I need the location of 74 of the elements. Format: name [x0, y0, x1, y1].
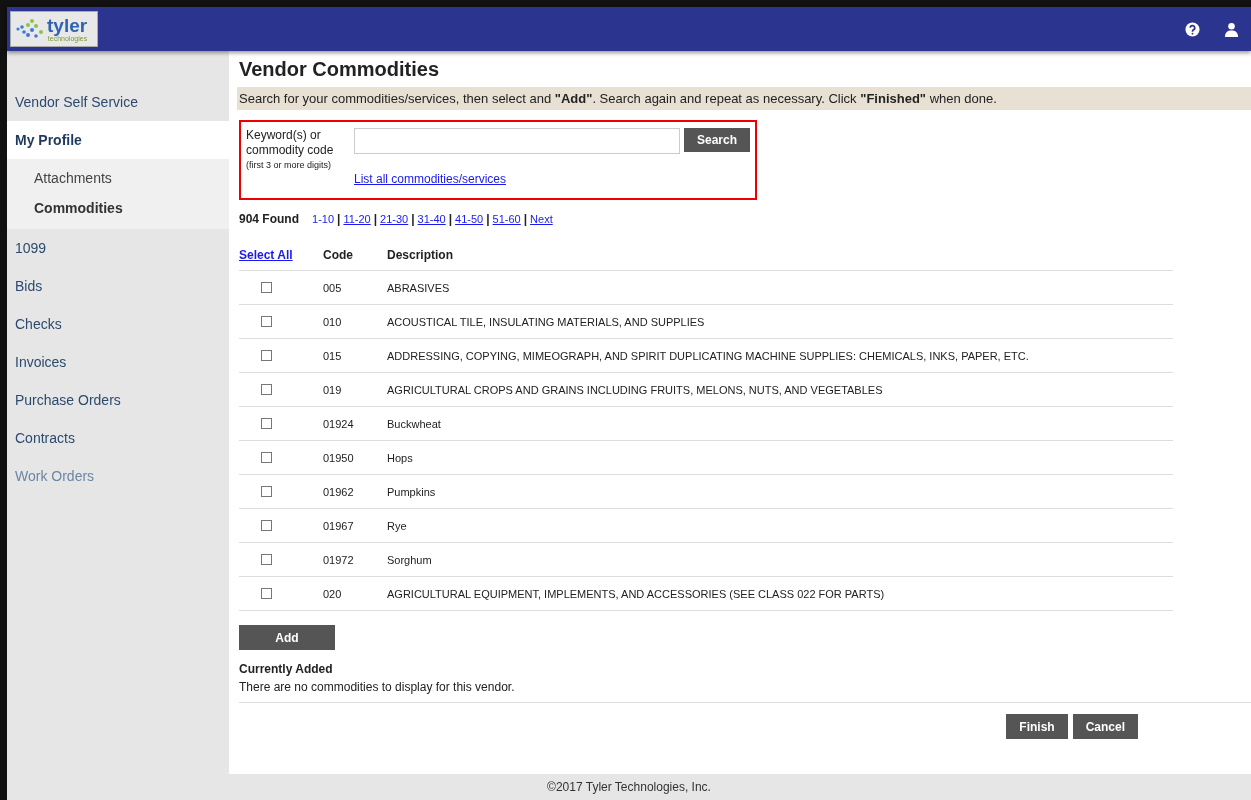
page-link[interactable]: 51-60	[492, 213, 521, 225]
description-cell: Sorghum	[387, 553, 432, 566]
copyright-text: ©2017 Tyler Technologies, Inc.	[547, 780, 711, 794]
sidebar-item[interactable]: 1099	[7, 229, 229, 267]
description-cell: ADDRESSING, COPYING, MIMEOGRAPH, AND SPIRIT DUPLICATING MACHINE SUPPLIES: CHEMICALS, INKS, PAPER, ETC.	[387, 349, 1029, 362]
page-link[interactable]: 21-30	[380, 213, 409, 225]
code-cell: 020	[323, 587, 342, 600]
checkbox[interactable]	[261, 554, 272, 565]
column-header: Code	[323, 248, 353, 262]
checkbox[interactable]	[261, 486, 272, 497]
checkbox[interactable]	[261, 350, 272, 361]
help-icon[interactable]	[1185, 21, 1200, 37]
column-header: Description	[387, 248, 453, 262]
logo-wordmark: tyler	[47, 16, 88, 35]
page-separator: |	[448, 212, 453, 226]
sidebar-item[interactable]: Bids	[7, 267, 229, 305]
user-icon[interactable]	[1224, 21, 1239, 37]
search-button[interactable]: Search	[684, 128, 750, 152]
dots-icon	[15, 17, 45, 41]
page-link[interactable]: 1-10	[312, 213, 335, 225]
code-cell: 019	[323, 383, 342, 396]
page-link[interactable]: 31-40	[417, 213, 446, 225]
finish-button[interactable]: Finish	[1006, 714, 1068, 739]
result-count: 904 Found	[239, 212, 299, 226]
page-separator: |	[523, 212, 528, 226]
sidebar-subitem[interactable]: Attachments	[7, 163, 229, 193]
code-cell: 010	[323, 315, 342, 328]
list-all-link[interactable]: List all commodities/services	[354, 172, 507, 186]
sidebar-item[interactable]: My Profile	[7, 121, 229, 159]
search-label: Keyword(s) or commodity code	[246, 128, 335, 158]
code-cell: 01924	[323, 417, 354, 430]
code-cell: 01972	[323, 553, 354, 566]
description-cell: AGRICULTURAL CROPS AND GRAINS INCLUDING FRUITS, MELONS, NUTS, AND VEGETABLES	[387, 383, 883, 396]
page-separator: |	[486, 212, 490, 226]
checkbox[interactable]	[261, 418, 272, 429]
page-separator: |	[373, 212, 378, 226]
page-separator: |	[411, 212, 415, 226]
page-title: Vendor Commodities	[239, 58, 441, 81]
empty-message: There are no commodities to display for this vendor.	[239, 680, 1251, 703]
sidebar-item[interactable]: Purchase Orders	[7, 381, 229, 419]
checkbox[interactable]	[261, 282, 272, 293]
checkbox[interactable]	[261, 588, 272, 599]
checkbox[interactable]	[261, 316, 272, 327]
description-cell: ABRASIVES	[387, 281, 450, 294]
sidebar-item[interactable]: Vendor Self Service	[7, 83, 229, 121]
page-link[interactable]: 11-20	[343, 213, 371, 225]
checkbox[interactable]	[261, 452, 272, 463]
instructions-banner: Search for your commodities/services, then select and "Add". Search again and repeat as necessary. Click "Finished" when done.	[237, 87, 1251, 110]
search-field[interactable]	[354, 128, 680, 154]
description-cell: Pumpkins	[387, 485, 436, 498]
page-link[interactable]: Next	[530, 213, 553, 225]
search-hint: (first 3 or more digits)	[246, 160, 333, 170]
section-heading: Currently Added	[239, 662, 334, 676]
add-button[interactable]: Add	[239, 625, 335, 650]
sidebar-item[interactable]: Contracts	[7, 419, 229, 457]
select-all-link[interactable]: Select All	[239, 248, 293, 262]
page-link[interactable]: 41-50	[455, 213, 484, 225]
sidebar-item[interactable]: Checks	[7, 305, 229, 343]
description-cell: Rye	[387, 519, 407, 532]
description-cell: Hops	[387, 451, 413, 464]
sidebar-subitem[interactable]: Commodities	[7, 193, 229, 223]
code-cell: 01950	[323, 451, 354, 464]
description-cell: AGRICULTURAL EQUIPMENT, IMPLEMENTS, AND ACCESSORIES (SEE CLASS 022 FOR PARTS)	[387, 587, 885, 600]
description-cell: Buckwheat	[387, 417, 441, 430]
checkbox[interactable]	[261, 520, 272, 531]
cancel-button[interactable]: Cancel	[1072, 714, 1138, 739]
sidebar-item[interactable]: Invoices	[7, 343, 229, 381]
code-cell: 01962	[323, 485, 354, 498]
code-cell: 01967	[323, 519, 354, 532]
code-cell: 005	[323, 281, 342, 294]
code-cell: 015	[323, 349, 342, 362]
description-cell: ACOUSTICAL TILE, INSULATING MATERIALS, AND SUPPLIES	[387, 315, 705, 328]
checkbox[interactable]	[261, 384, 272, 395]
page-separator: |	[337, 212, 341, 226]
